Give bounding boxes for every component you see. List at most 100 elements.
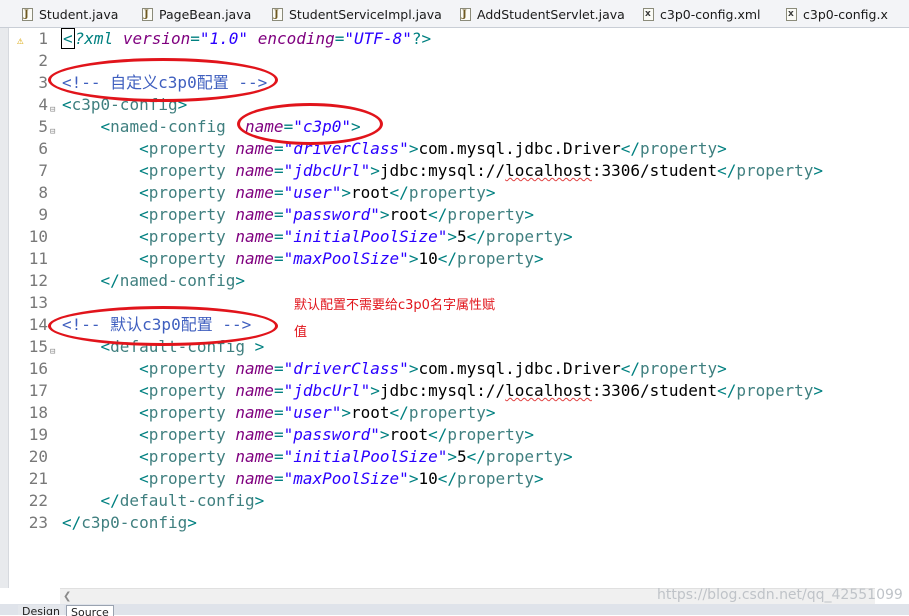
code-line[interactable]: 6 <property name="driverClass">com.mysql… [0,138,875,160]
code-token: < [139,447,149,466]
code-token: </ [717,161,737,180]
code-token: </ [62,513,82,532]
code-token: > [534,469,544,488]
code-token: property [148,469,226,488]
code-token: = [273,381,284,400]
code-token: com.mysql.jdbc.Driver [418,359,621,378]
editor-tab-bar: J Student.java J PageBean.java J Student… [0,0,909,28]
code-token: property [408,183,486,202]
code-token: > [447,447,457,466]
line-number: 9 [38,205,48,224]
code-line[interactable]: 18 <property name="user">root</property> [0,402,875,424]
code-token: name [235,469,274,488]
line-number: 1 [38,29,48,48]
code-token: > [562,447,573,466]
code-line[interactable]: 7 <property name="jdbcUrl">jdbc:mysql://… [0,160,875,182]
code-line[interactable]: 17 <property name="jdbcUrl">jdbc:mysql:/… [0,380,875,402]
code-token: < [139,183,149,202]
code-token: > [408,469,419,488]
tab-design[interactable]: Design [18,605,64,615]
code-token: > [813,161,824,180]
line-number: 10 [28,227,48,246]
code-text: <property name="maxPoolSize">10</propert… [62,248,544,270]
tab-source[interactable]: Source [66,605,114,616]
code-token: encoding [257,29,335,48]
code-line[interactable]: 12 </named-config> [0,270,875,292]
code-token: > [408,359,419,378]
tab-label: c3p0-config.xml [660,6,761,22]
code-token: > [717,359,727,378]
line-number: 17 [28,381,48,400]
code-token: root [351,403,390,422]
tab-student-java[interactable]: J Student.java [22,3,134,25]
code-token: > [408,249,419,268]
code-token: property [640,359,718,378]
code-text: <property name="password">root</property… [62,424,534,446]
code-line[interactable]: 23 </c3p0-config> [0,512,875,534]
code-token: property [456,469,535,488]
code-token: < [139,227,149,246]
line-number: 3 [38,73,48,92]
code-token: = [273,205,284,224]
code-text: <property name="maxPoolSize">10</propert… [62,468,544,490]
code-token: = [273,447,284,466]
code-line[interactable]: 5 ⊟ <named-config name="c3p0"> [0,116,875,138]
chevron-left-icon[interactable]: ❮ [63,591,71,602]
xml-file-icon: x [643,7,654,21]
code-token: property [736,161,814,180]
code-line[interactable]: 8 <property name="user">root</property> [0,182,875,204]
tab-addstudentservlet-java[interactable]: J AddStudentServlet.java [460,3,635,25]
tab-c3p0-config-xml[interactable]: x c3p0-config.xml [643,3,778,25]
tab-c3p0-config-xml-active[interactable]: x c3p0-config.x [786,3,909,25]
code-token: "maxPoolSize" [283,249,409,268]
java-file-icon: J [272,7,283,21]
code-line[interactable]: 19 <property name="password">root</prope… [0,424,875,446]
annotation-note-line1: 默认配置不需要给c3p0名字属性赋 [294,298,495,313]
code-token: = [273,249,284,268]
code-token: > [254,337,265,356]
code-token: > [235,271,246,290]
code-token: "maxPoolSize" [283,469,409,488]
code-token: </ [620,359,641,378]
code-line[interactable]: 20 <property name="initialPoolSize">5</p… [0,446,875,468]
code-token: property [447,205,525,224]
code-text: <property name="password">root</property… [62,204,534,226]
code-token: < [139,205,149,224]
code-line[interactable]: ⚠ 1 < ?xml version="1.0" encoding="UTF-8"?> [0,28,875,50]
code-token: property [148,249,226,268]
code-line[interactable]: 9 <property name="password">root</proper… [0,204,875,226]
code-token: name [235,381,274,400]
code-line[interactable]: 11 <property name="maxPoolSize">10</prop… [0,248,875,270]
code-token: property [148,447,226,466]
code-token: < [139,403,149,422]
code-token: name [235,227,274,246]
line-number: 21 [28,469,48,488]
code-line[interactable]: 10 <property name="initialPoolSize">5</p… [0,226,875,248]
code-token: < [62,95,72,114]
code-line[interactable]: 22 </default-config> [0,490,875,512]
code-line[interactable]: 21 <property name="maxPoolSize">10</prop… [0,468,875,490]
code-token: < [139,161,149,180]
code-line[interactable]: 16 <property name="driverClass">com.mysq… [0,358,875,380]
code-text: < ?xml version="1.0" encoding="UTF-8"?> [61,28,431,50]
tab-studentserviceimpl-java[interactable]: J StudentServiceImpl.java [272,3,452,25]
code-token: < [139,359,149,378]
code-token: </ [466,227,486,246]
tab-pagebean-java[interactable]: J PageBean.java [142,3,264,25]
code-token: :3306/student [591,161,718,180]
line-number: 19 [28,425,48,444]
editor-right-margin [875,28,909,615]
